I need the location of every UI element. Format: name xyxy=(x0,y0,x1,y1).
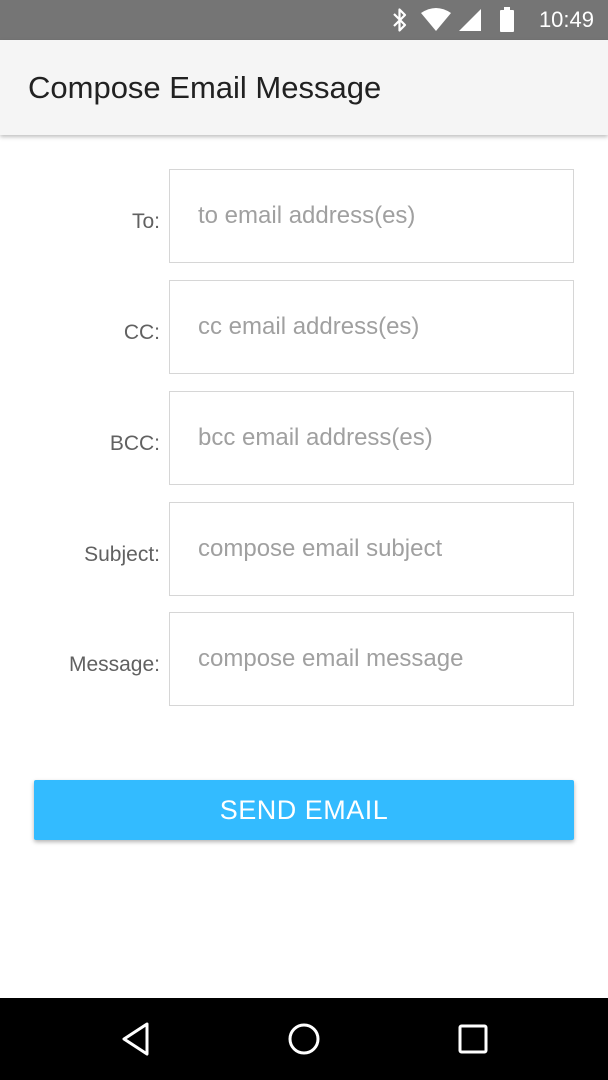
cell-signal-icon xyxy=(459,9,481,31)
subject-field[interactable] xyxy=(169,502,574,596)
status-bar: 10:49 xyxy=(0,0,608,40)
bcc-row: BCC: xyxy=(0,391,608,485)
wifi-icon xyxy=(421,8,451,31)
page-title: Compose Email Message xyxy=(28,70,382,105)
subject-row: Subject: xyxy=(0,502,608,596)
to-row: To: xyxy=(0,169,608,263)
to-field[interactable] xyxy=(169,169,574,263)
back-icon[interactable] xyxy=(114,1018,156,1060)
to-label: To: xyxy=(131,210,160,233)
status-time: 10:49 xyxy=(538,7,594,32)
app-bar: Compose Email Message xyxy=(0,40,608,135)
message-label: Message: xyxy=(68,653,160,676)
bcc-field[interactable] xyxy=(169,391,574,485)
cc-field[interactable] xyxy=(169,280,574,374)
bluetooth-icon xyxy=(393,8,407,32)
cc-label: CC: xyxy=(123,321,160,344)
recents-icon[interactable] xyxy=(452,1018,494,1060)
home-icon[interactable] xyxy=(283,1018,325,1060)
cc-row: CC: xyxy=(0,280,608,374)
bcc-label: BCC: xyxy=(109,432,160,455)
navigation-bar xyxy=(0,998,608,1080)
battery-icon xyxy=(500,7,514,32)
send-email-button[interactable]: SEND EMAIL xyxy=(34,780,574,840)
subject-label: Subject: xyxy=(84,543,160,566)
message-field[interactable] xyxy=(169,612,574,706)
message-row: Message: xyxy=(0,612,608,706)
